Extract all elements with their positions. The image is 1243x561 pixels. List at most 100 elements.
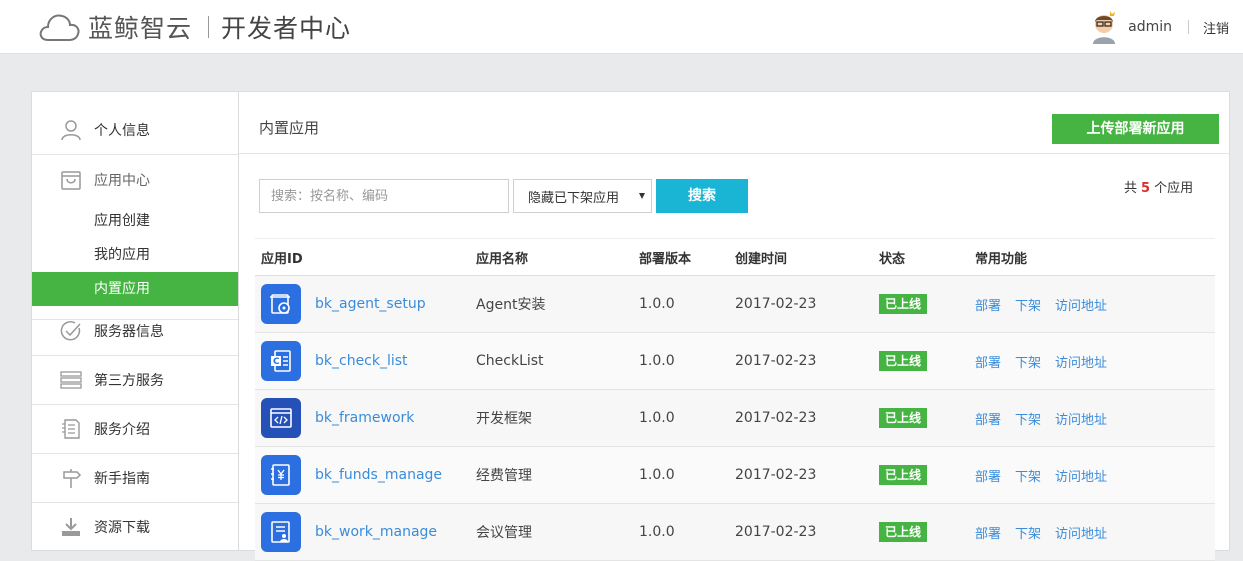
filter-select[interactable]: 隐藏已下架应用 [513,179,652,213]
username[interactable]: admin [1128,19,1172,35]
brand-name: 蓝鲸智云 [88,14,193,43]
logo-divider [208,16,210,38]
caret-down-icon [639,193,645,199]
yen-book-icon[interactable] [261,455,301,495]
col-header-id: 应用ID [261,251,303,267]
page-title: 内置应用 [259,119,320,137]
offline-link[interactable]: 下架 [1015,466,1041,485]
table-row: bk_funds_manage 经费管理 1.0.0 2017-02-23 已上… [255,447,1215,504]
sidebar-group-app-center: 应用中心 应用创建 我的应用 内置应用 [32,155,238,320]
cloud-logo-icon [39,14,80,41]
code-window-icon[interactable] [261,398,301,438]
deploy-link[interactable]: 部署 [975,523,1001,542]
logout-link[interactable]: 注销 [1203,18,1229,37]
user-avatar[interactable] [1090,10,1120,44]
search-button[interactable]: 搜索 [656,179,748,213]
sidebar-subitem-my-apps[interactable]: 我的应用 [32,238,238,272]
sidebar-item-download[interactable]: 资源下载 [32,502,238,551]
app-version: 1.0.0 [639,410,675,426]
sidebar-item-guide[interactable]: 新手指南 [32,453,238,502]
sidebar-item-label: 第三方服务 [94,372,164,389]
sidebar-item-label: 应用中心 [94,172,150,189]
user-area: admin 注销 [1090,0,1243,54]
sidebar-item-label: 资源下载 [94,519,150,536]
apps-table: 应用ID 应用名称 部署版本 创建时间 状态 常用功能 bk_agent_set… [255,238,1215,561]
app-created: 2017-02-23 [735,524,817,540]
status-cell: 已上线 [879,408,975,428]
visit-url-link[interactable]: 访问地址 [1055,409,1107,428]
cell-app-id: bk_agent_setup [255,284,476,324]
col-header-actions: 常用功能 [975,251,1028,267]
app-id-link[interactable]: bk_framework [315,410,414,426]
deploy-link[interactable]: 部署 [975,352,1001,371]
user-icon [61,119,81,140]
status-cell: 已上线 [879,351,975,371]
app-created: 2017-02-23 [735,353,817,369]
status-badge: 已上线 [879,294,928,314]
visit-url-link[interactable]: 访问地址 [1055,295,1107,314]
count-number: 5 [1141,181,1151,196]
count-prefix: 共 [1124,181,1138,196]
sidebar-group-server: 服务器信息 [32,306,238,356]
sidebar-item-label: 个人信息 [94,122,150,139]
app-id-link[interactable]: bk_check_list [315,353,408,369]
status-badge: 已上线 [879,408,928,428]
list-icon [60,370,82,389]
main-header: 内置应用 上传部署新应用 [239,92,1229,154]
actions-cell: 部署 下架 访问地址 [975,352,1215,371]
offline-link[interactable]: 下架 [1015,409,1041,428]
offline-link[interactable]: 下架 [1015,295,1041,314]
cell-app-id: C bk_check_list [255,341,476,381]
top-header: 蓝鲸智云 开发者中心 admin 注销 [0,0,1243,54]
sidebar-item-label: 新手指南 [94,470,150,487]
sidebar-item-third-party[interactable]: 第三方服务 [32,355,238,404]
visit-url-link[interactable]: 访问地址 [1055,352,1107,371]
meeting-doc-icon[interactable] [261,512,301,552]
app-name: CheckList [476,353,544,369]
deploy-link[interactable]: 部署 [975,295,1001,314]
app-id-link[interactable]: bk_agent_setup [315,296,426,312]
deploy-link[interactable]: 部署 [975,466,1001,485]
app-created: 2017-02-23 [735,296,817,312]
app-id-link[interactable]: bk_work_manage [315,524,437,540]
install-disc-icon[interactable] [261,284,301,324]
sidebar-subitem-create-app[interactable]: 应用创建 [32,204,238,238]
checklist-icon[interactable]: C [261,341,301,381]
sidebar-item-label: 服务器信息 [94,323,164,340]
app-name: 开发框架 [476,411,532,427]
table-header: 应用ID 应用名称 部署版本 创建时间 状态 常用功能 [255,238,1215,276]
actions-cell: 部署 下架 访问地址 [975,409,1215,428]
sidebar-group-service-intro: 服务介绍 [32,404,238,454]
table-row: C bk_check_list CheckList 1.0.0 2017-02-… [255,333,1215,390]
app-created: 2017-02-23 [735,410,817,426]
count-suffix: 个应用 [1154,181,1194,196]
download-icon [62,517,80,536]
offline-link[interactable]: 下架 [1015,352,1041,371]
app-id-link[interactable]: bk_funds_manage [315,467,442,483]
status-badge: 已上线 [879,465,928,485]
sidebar-item-server[interactable]: 服务器信息 [32,306,238,355]
sidebar-subitem-builtin-apps[interactable]: 内置应用 [32,272,238,306]
sidebar-item-service-intro[interactable]: 服务介绍 [32,404,238,453]
search-input[interactable] [259,179,509,213]
col-header-name: 应用名称 [476,251,529,267]
deploy-link[interactable]: 部署 [975,409,1001,428]
col-header-created: 创建时间 [735,251,788,267]
app-version: 1.0.0 [639,467,675,483]
upload-deploy-button[interactable]: 上传部署新应用 [1052,114,1219,144]
visit-url-link[interactable]: 访问地址 [1055,466,1107,485]
bag-icon [61,170,81,190]
sidebar-item-personal[interactable]: 个人信息 [32,105,238,154]
sidebar-item-app-center[interactable]: 应用中心 [32,155,238,204]
cell-app-id: bk_framework [255,398,476,438]
sidebar-group-third-party: 第三方服务 [32,355,238,405]
logo[interactable]: 蓝鲸智云 开发者中心 [38,7,351,47]
visit-url-link[interactable]: 访问地址 [1055,523,1107,542]
offline-link[interactable]: 下架 [1015,523,1041,542]
actions-cell: 部署 下架 访问地址 [975,466,1215,485]
status-badge: 已上线 [879,351,928,371]
filter-select-value: 隐藏已下架应用 [528,190,620,206]
status-cell: 已上线 [879,522,975,542]
svg-text:C: C [273,357,280,367]
col-header-version: 部署版本 [639,251,692,267]
